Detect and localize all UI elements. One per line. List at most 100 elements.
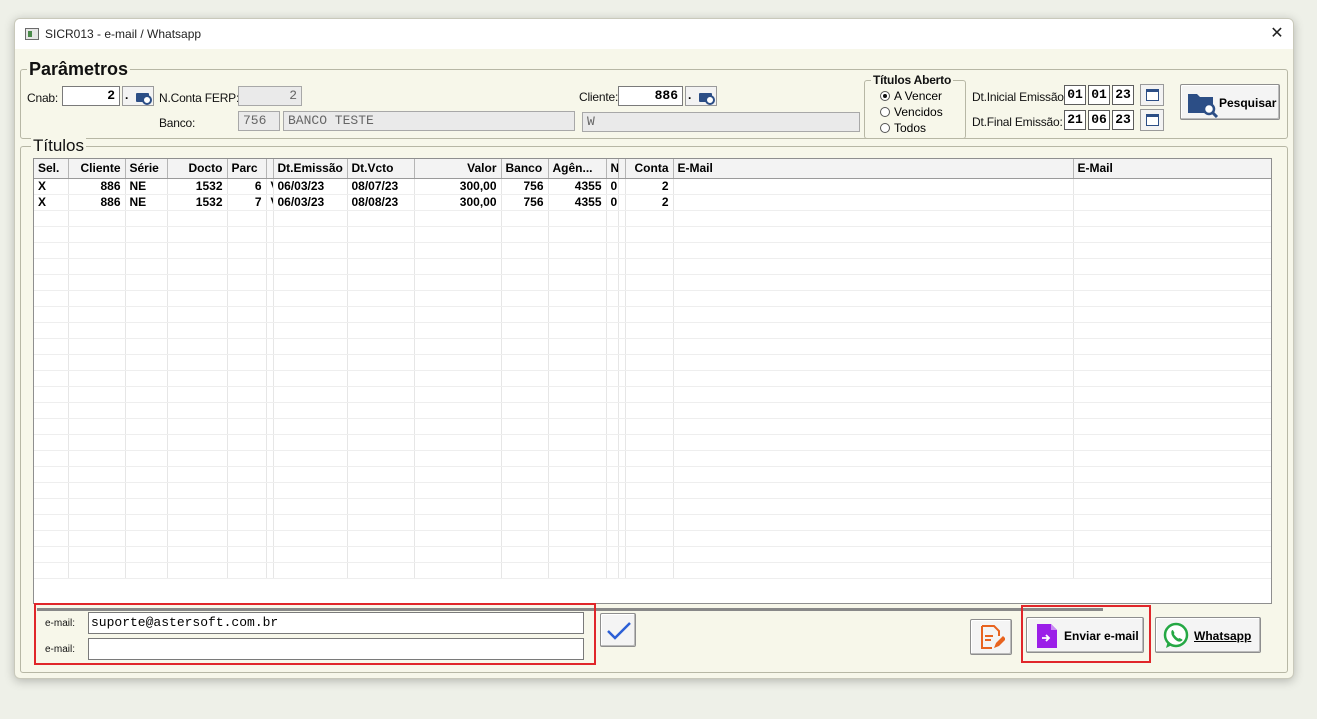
edit-document-icon (981, 625, 1005, 649)
table-row[interactable] (34, 386, 1271, 403)
titulos-grid[interactable]: Sel. Cliente Série Docto Parc Dt.Emissão Dt.Vc… (33, 158, 1272, 604)
grid-cell (266, 562, 274, 579)
table-row[interactable] (34, 354, 1271, 371)
grid-cell (1073, 354, 1271, 371)
table-row[interactable] (34, 434, 1271, 451)
grid-column-header[interactable]: Dt.Emissão (273, 159, 348, 179)
grid-column-header[interactable]: Agên... (548, 159, 607, 179)
grid-cell (548, 466, 607, 483)
table-row[interactable] (34, 530, 1271, 547)
table-row[interactable] (34, 418, 1271, 435)
grid-column-header[interactable] (618, 159, 626, 179)
cnab-lookup-button[interactable]: . (122, 86, 154, 106)
grid-cell (227, 322, 267, 339)
email2-input[interactable] (88, 638, 584, 660)
table-row[interactable] (34, 482, 1271, 499)
grid-cell (347, 482, 415, 499)
close-icon[interactable]: ✕ (1267, 24, 1287, 44)
grid-cell: 1532 (167, 178, 228, 195)
dt-final-month[interactable]: 06 (1088, 110, 1110, 130)
table-row[interactable]: X886NE15327V06/03/2308/08/23300,00756435… (34, 194, 1271, 211)
table-row[interactable] (34, 338, 1271, 355)
grid-cell (625, 466, 674, 483)
dt-inicial-day[interactable]: 01 (1064, 85, 1086, 105)
grid-cell (1073, 434, 1271, 451)
pesquisar-label: Pesquisar (1219, 96, 1277, 110)
whatsapp-button[interactable]: Whatsapp (1155, 617, 1261, 653)
dt-final-year[interactable]: 23 (1112, 110, 1134, 130)
grid-column-header[interactable]: E-Mail (673, 159, 1074, 179)
grid-cell (606, 450, 619, 467)
edit-document-button[interactable] (970, 619, 1012, 655)
table-row[interactable] (34, 258, 1271, 275)
grid-cell (227, 530, 267, 547)
table-row[interactable] (34, 306, 1271, 323)
table-row[interactable] (34, 466, 1271, 483)
grid-cell (673, 338, 1074, 355)
cnab-lookup-dot: . (125, 88, 129, 102)
table-row[interactable] (34, 498, 1271, 515)
dt-inicial-month[interactable]: 01 (1088, 85, 1110, 105)
grid-column-header[interactable]: Dt.Vcto (347, 159, 415, 179)
grid-cell (414, 482, 502, 499)
table-row[interactable] (34, 402, 1271, 419)
grid-cell (673, 562, 1074, 579)
grid-column-header[interactable]: N (606, 159, 619, 179)
table-row[interactable] (34, 274, 1271, 291)
grid-cell (673, 482, 1074, 499)
dt-inicial-year[interactable]: 23 (1112, 85, 1134, 105)
dt-final-day[interactable]: 21 (1064, 110, 1086, 130)
grid-cell (167, 546, 228, 563)
cnab-field[interactable]: 2 (62, 86, 120, 106)
pesquisar-button[interactable]: Pesquisar (1180, 84, 1280, 120)
grid-cell (414, 274, 502, 291)
grid-column-header[interactable]: Conta (625, 159, 674, 179)
folder-search-icon (699, 93, 715, 105)
grid-column-header[interactable]: Parc (227, 159, 267, 179)
dt-inicial-calendar-button[interactable] (1140, 84, 1164, 106)
cliente-field[interactable]: 886 (618, 86, 683, 106)
table-row[interactable] (34, 546, 1271, 563)
grid-cell (34, 482, 69, 499)
cliente-lookup-button[interactable]: . (685, 86, 717, 106)
table-row[interactable] (34, 514, 1271, 531)
grid-cell (167, 434, 228, 451)
grid-column-header[interactable]: Valor (414, 159, 502, 179)
table-row[interactable] (34, 226, 1271, 243)
table-row[interactable] (34, 370, 1271, 387)
table-row[interactable] (34, 210, 1271, 227)
radio-todos[interactable]: Todos (880, 121, 926, 135)
grid-cell (125, 402, 168, 419)
grid-cell (266, 546, 274, 563)
grid-column-header[interactable]: Cliente (68, 159, 126, 179)
grid-cell (625, 450, 674, 467)
grid-cell (125, 514, 168, 531)
nconta-field: 2 (238, 86, 302, 106)
confirm-email-button[interactable] (600, 613, 636, 647)
grid-cell (618, 258, 626, 275)
table-row[interactable] (34, 322, 1271, 339)
table-row[interactable] (34, 562, 1271, 579)
grid-column-header[interactable]: Docto (167, 159, 228, 179)
email2-label: e-mail: (45, 644, 76, 655)
email1-input[interactable]: suporte@astersoft.com.br (88, 612, 584, 634)
table-row[interactable] (34, 290, 1271, 307)
enviar-email-button[interactable]: Enviar e-mail (1026, 617, 1144, 653)
grid-column-header[interactable]: Banco (501, 159, 549, 179)
grid-cell (167, 242, 228, 259)
grid-cell (414, 338, 502, 355)
titulos-title: Títulos (31, 136, 87, 156)
grid-column-header[interactable] (266, 159, 274, 179)
table-row[interactable] (34, 450, 1271, 467)
table-row[interactable] (34, 242, 1271, 259)
table-row[interactable]: X886NE15326V06/03/2308/07/23300,00756435… (34, 178, 1271, 195)
grid-column-header[interactable]: Sel. (34, 159, 69, 179)
grid-cell (34, 258, 69, 275)
grid-column-header[interactable]: Série (125, 159, 168, 179)
radio-a-vencer[interactable]: A Vencer (880, 89, 942, 103)
radio-vencidos[interactable]: Vencidos (880, 105, 943, 119)
grid-cell (618, 482, 626, 499)
dt-final-calendar-button[interactable] (1140, 109, 1164, 131)
grid-column-header[interactable]: E-Mail (1073, 159, 1271, 179)
grid-cell (501, 226, 549, 243)
